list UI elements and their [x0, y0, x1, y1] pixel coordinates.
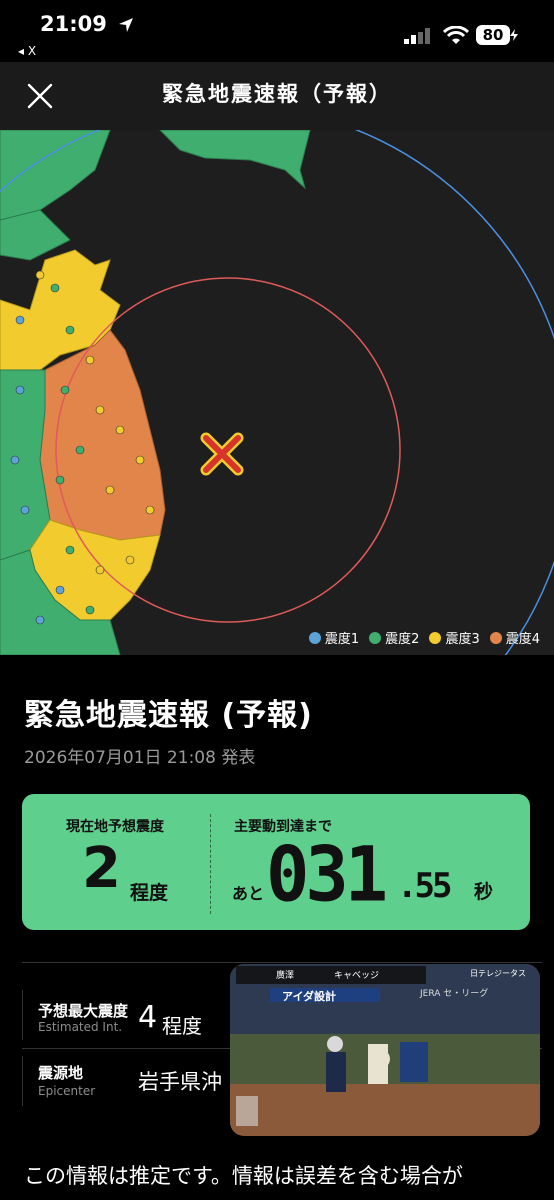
arrival-seconds: 031: [266, 829, 388, 919]
row-accent: [22, 990, 23, 1040]
arrival-prefix: あと: [232, 884, 265, 903]
current-intensity-label: 現在地予想震度: [66, 819, 164, 835]
max-intensity-value: 4: [138, 1000, 158, 1035]
epicenter-marker-icon: [200, 432, 244, 476]
video-banner: アイダ設計: [282, 990, 337, 1003]
picture-in-picture-video[interactable]: アイダ設計 JERA セ・リーグ 廣澤 キャベッジ 日テレジータス: [230, 964, 540, 1136]
max-intensity-unit: 程度: [162, 1014, 202, 1038]
disclaimer-text: この情報は推定です。情報は誤差を含む場合が: [24, 1164, 463, 1188]
scoreboard-batter: 廣澤: [276, 971, 295, 981]
tv-watermark: 日テレジータス: [470, 969, 526, 978]
status-bar: 21:09 ◂ X 80: [0, 0, 554, 62]
epicenter-label-en: Epicenter: [38, 1084, 96, 1098]
issued-timestamp: 2026年07月01日 21:08 発表: [24, 748, 256, 768]
legend-item: 震度1: [308, 628, 359, 647]
location-arrow-icon: [119, 18, 133, 32]
arrival-fraction: .55: [397, 866, 452, 906]
legend-item: 震度3: [429, 628, 480, 647]
charging-bolt-icon: [510, 29, 518, 41]
row-accent: [22, 1056, 23, 1106]
intensity-card: 現在地予想震度 2 程度 主要動到達まで あと 031 .55 秒: [22, 794, 530, 930]
report-title: 緊急地震速報 (予報): [24, 698, 313, 733]
wifi-icon: [443, 26, 469, 44]
page-title: 緊急地震速報（予報）: [162, 82, 392, 106]
current-intensity-value: 2: [82, 836, 121, 901]
map-graphic: [0, 130, 554, 655]
legend-item: 震度4: [489, 628, 540, 647]
scoreboard-pitcher: キャベッジ: [334, 971, 380, 981]
card-divider: [210, 814, 212, 914]
max-intensity-label-en: Estimated Int.: [38, 1020, 123, 1034]
epicenter-label: 震源地: [38, 1064, 84, 1082]
intensity-legend: 震度1 震度2 震度3 震度4: [308, 628, 540, 647]
battery-indicator: 80: [476, 25, 510, 45]
max-intensity-label: 予想最大震度: [38, 1002, 129, 1020]
arrival-unit: 秒: [474, 881, 494, 903]
video-frame: [230, 964, 540, 1136]
seismic-map[interactable]: 震度1 震度2 震度3 震度4: [0, 130, 554, 655]
divider: [22, 962, 542, 963]
clock: 21:09: [40, 12, 107, 36]
back-to-app-link[interactable]: ◂ X: [18, 44, 36, 58]
epicenter-value: 岩手県沖: [138, 1070, 222, 1094]
video-banner-2: JERA セ・リーグ: [420, 989, 489, 999]
current-intensity-unit: 程度: [130, 882, 169, 904]
cellular-signal-icon: [404, 28, 430, 44]
legend-item: 震度2: [369, 628, 419, 647]
